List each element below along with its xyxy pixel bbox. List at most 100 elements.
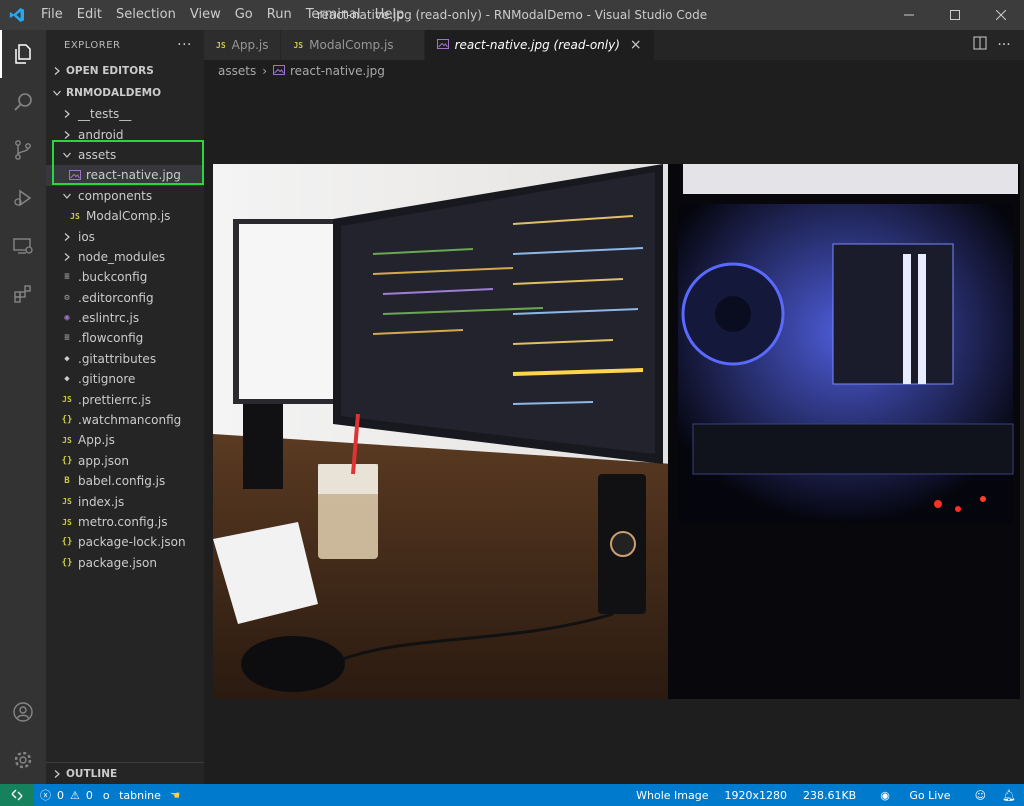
notifications-bell-icon[interactable]: 🔔︎: [994, 789, 1024, 802]
chevron-right-icon: [60, 110, 74, 119]
file-item[interactable]: {} package.json: [46, 553, 204, 573]
js-file-icon: JS: [70, 211, 80, 221]
whole-image-button[interactable]: Whole Image: [628, 789, 716, 802]
tree-item-label: components: [78, 188, 153, 203]
menu-run[interactable]: Run: [260, 0, 299, 30]
tree-item-label: __tests__: [78, 107, 132, 122]
file-item[interactable]: JS metro.config.js: [46, 512, 204, 532]
file-item[interactable]: Bbabel.config.js: [46, 471, 204, 491]
json-file-icon: {}: [61, 537, 73, 548]
warnings-icon[interactable]: ⚠: [70, 789, 80, 802]
open-editors-section[interactable]: OPEN EDITORS: [46, 60, 204, 82]
chevron-right-icon: [60, 252, 74, 261]
breadcrumb-file[interactable]: react-native.jpg: [290, 64, 385, 78]
explorer-sidebar: EXPLORER ··· OPEN EDITORS RNMODALDEMO __…: [46, 30, 204, 784]
file-item[interactable]: JS App.js: [46, 430, 204, 450]
image-viewer: [204, 82, 1024, 784]
tree-item-label: package.json: [78, 555, 158, 570]
manage-gear-icon[interactable]: [0, 736, 46, 784]
extensions-icon[interactable]: [0, 270, 46, 318]
status-left: ⓧ 0 ⚠ 0 o tabnine ☚: [34, 787, 192, 803]
menu-go[interactable]: Go: [228, 0, 260, 30]
json-file-icon: {}: [61, 455, 73, 466]
menu-edit[interactable]: Edit: [70, 0, 109, 30]
file-item[interactable]: ⚙ .editorconfig: [46, 288, 204, 308]
file-item[interactable]: JS .prettierrc.js: [46, 389, 204, 409]
file-item[interactable]: {} package-lock.json: [46, 532, 204, 552]
menu-selection[interactable]: Selection: [109, 0, 183, 30]
file-item[interactable]: ◉ .eslintrc.js: [46, 308, 204, 328]
image-size: 238.61KB: [802, 788, 857, 802]
preview-image[interactable]: [213, 164, 1020, 699]
tab-react-native-jpg[interactable]: react-native.jpg (read-only) ×: [424, 30, 655, 60]
chevron-right-icon: [60, 130, 74, 139]
menu-terminal[interactable]: Terminal: [299, 0, 368, 30]
errors-count[interactable]: 0: [57, 789, 64, 802]
feedback-icon[interactable]: ☺: [967, 789, 994, 802]
menu-file[interactable]: File: [34, 0, 70, 30]
file-item[interactable]: {} .watchmanconfig: [46, 410, 204, 430]
menu-help[interactable]: Help: [368, 0, 412, 30]
eslint-icon: ◉: [64, 313, 70, 324]
more-actions-icon[interactable]: ···: [992, 37, 1016, 53]
more-actions-icon[interactable]: ···: [177, 37, 192, 53]
menu-view[interactable]: View: [183, 0, 228, 30]
folder-item[interactable]: ios: [46, 226, 204, 246]
tab-label: App.js: [231, 38, 269, 52]
json-file-icon: {}: [61, 557, 73, 568]
tree-item-label: .gitattributes: [78, 351, 157, 366]
tree-item-label: babel.config.js: [78, 474, 166, 489]
split-editor-icon[interactable]: [968, 36, 992, 54]
source-control-icon[interactable]: [0, 126, 46, 174]
file-item[interactable]: JS ModalComp.js: [46, 206, 204, 226]
chevron-right-icon: ›: [262, 64, 268, 78]
file-item[interactable]: ◆ .gitattributes: [46, 349, 204, 369]
outline-section[interactable]: OUTLINE: [46, 762, 204, 784]
tree-item-label: .flowconfig: [78, 331, 144, 346]
remote-indicator-icon[interactable]: [0, 784, 34, 806]
warnings-count[interactable]: 0: [86, 789, 93, 802]
folder-item[interactable]: node_modules: [46, 247, 204, 267]
file-item[interactable]: ≡ .buckconfig: [46, 267, 204, 287]
errors-icon[interactable]: ⓧ: [40, 787, 51, 803]
search-icon[interactable]: [0, 78, 46, 126]
file-tree: __tests__android assets react-native.jpg co…: [46, 104, 204, 573]
file-item[interactable]: JS index.js: [46, 491, 204, 511]
js-file-icon: JS: [62, 517, 72, 527]
open-editors-label: OPEN EDITORS: [66, 65, 154, 77]
chevron-down-icon: [60, 151, 74, 159]
tree-item-label: metro.config.js: [78, 515, 168, 529]
folder-item[interactable]: components: [46, 186, 204, 206]
js-file-icon: JS: [216, 40, 226, 50]
folder-item[interactable]: __tests__: [46, 104, 204, 124]
project-section[interactable]: RNMODALDEMO: [46, 82, 204, 104]
run-debug-icon[interactable]: [0, 174, 46, 222]
remote-explorer-icon[interactable]: [0, 222, 46, 270]
file-item[interactable]: ◆ .gitignore: [46, 369, 204, 389]
tabnine-status[interactable]: o tabnine ☚: [103, 789, 186, 802]
chevron-right-icon: [50, 770, 64, 778]
folder-item[interactable]: assets: [46, 145, 204, 165]
tab-modalcomp-js[interactable]: JS ModalComp.js: [281, 30, 425, 60]
folder-item[interactable]: android: [46, 124, 204, 144]
chevron-down-icon: [60, 192, 74, 200]
status-bar: ⓧ 0 ⚠ 0 o tabnine ☚ Whole Image 1920x128…: [0, 784, 1024, 806]
tree-item-label: .editorconfig: [78, 290, 154, 305]
js-file-icon: JS: [293, 40, 304, 50]
tab-app-js[interactable]: JS App.js: [204, 30, 282, 60]
explorer-icon[interactable]: [0, 30, 46, 78]
accounts-icon[interactable]: [0, 688, 46, 736]
close-tab-icon[interactable]: ×: [630, 37, 642, 53]
close-window-button[interactable]: [978, 0, 1024, 30]
file-item[interactable]: ≡ .flowconfig: [46, 328, 204, 348]
go-live-button[interactable]: ◉ Go Live: [864, 789, 966, 802]
tree-item-label: app.json: [78, 453, 129, 468]
minimize-button[interactable]: [886, 0, 932, 30]
chevron-down-icon: [50, 89, 64, 97]
file-item[interactable]: react-native.jpg: [46, 165, 204, 186]
breadcrumb-folder[interactable]: assets: [218, 64, 256, 78]
js-file-icon: JS: [62, 497, 72, 507]
window-controls: [886, 0, 1024, 30]
file-item[interactable]: {} app.json: [46, 451, 204, 471]
maximize-button[interactable]: [932, 0, 978, 30]
